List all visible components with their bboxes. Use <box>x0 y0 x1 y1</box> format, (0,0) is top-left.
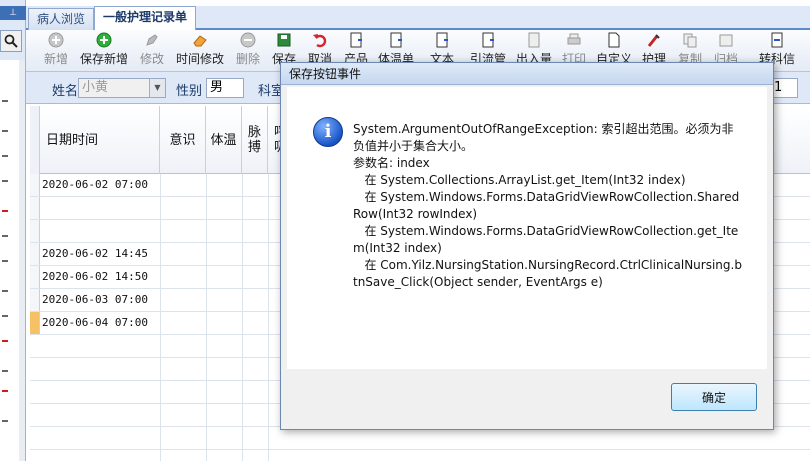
error-dialog: 保存按钮事件 i System.ArgumentOutOfRangeExcept… <box>280 62 774 430</box>
delete-button[interactable]: 删除 <box>232 32 264 70</box>
dialog-footer: 确定 <box>281 369 773 429</box>
search-icon <box>4 34 18 48</box>
save-new-button[interactable]: 保存新增 <box>76 32 132 70</box>
product-icon <box>350 32 362 48</box>
chevron-down-icon[interactable]: ▼ <box>149 79 165 97</box>
sex-field[interactable]: 男 <box>206 78 244 98</box>
row-selector[interactable] <box>30 266 40 288</box>
time-edit-button[interactable]: 时间修改 <box>172 32 228 70</box>
delete-icon <box>240 32 256 48</box>
patient-list[interactable] <box>0 60 20 461</box>
table-row[interactable] <box>30 427 810 450</box>
row-selector[interactable] <box>30 220 40 242</box>
col-pulse[interactable]: 脉搏 <box>242 106 268 174</box>
sex-label: 性别 <box>176 84 203 99</box>
nursing-icon <box>647 34 660 47</box>
delete-label: 删除 <box>235 52 260 66</box>
ok-button[interactable]: 确定 <box>671 383 757 411</box>
tab-general-nursing-record[interactable]: 一般护理记录单 <box>94 6 197 30</box>
right-field[interactable]: 1 <box>770 78 798 98</box>
col-datetime[interactable]: 日期时间 <box>40 106 160 174</box>
name-value: 小黄 <box>82 80 109 95</box>
drain-icon <box>482 32 494 48</box>
row-selector[interactable] <box>30 174 40 196</box>
eraser-icon <box>193 35 207 47</box>
table-row[interactable] <box>30 450 810 461</box>
io-icon <box>528 32 540 48</box>
pin-icon[interactable]: ⊥ <box>0 6 26 20</box>
name-select[interactable]: 小黄 ▼ <box>78 78 166 98</box>
add-gray-icon <box>48 32 64 48</box>
print-icon <box>567 33 581 45</box>
dialog-message: System.ArgumentOutOfRangeException: 索引超出… <box>353 122 742 289</box>
cell-datetime: 2020-06-04 07:00 <box>42 316 148 329</box>
temperature-icon <box>390 32 402 48</box>
custom-icon <box>608 32 620 48</box>
left-panel: ⊥ <box>0 0 26 461</box>
row-selector[interactable] <box>30 243 40 265</box>
header-row-selector <box>30 106 40 174</box>
dialog-title: 保存按钮事件 <box>281 63 773 85</box>
copy-icon <box>683 33 697 48</box>
tab-strip: 病人浏览 一般护理记录单 <box>26 6 810 30</box>
info-icon: i <box>313 117 343 147</box>
archive-icon <box>719 34 733 47</box>
edit-icon <box>146 34 158 46</box>
col-consciousness[interactable]: 意识 <box>160 106 206 174</box>
search-button[interactable] <box>0 30 22 52</box>
text-icon <box>436 32 448 48</box>
add-green-icon <box>96 32 112 48</box>
col-temperature[interactable]: 体温 <box>206 106 242 174</box>
dialog-body: i System.ArgumentOutOfRangeException: 索引… <box>287 87 767 369</box>
new-label: 新增 <box>43 52 68 66</box>
row-selector[interactable] <box>30 312 40 334</box>
edit-button[interactable]: 修改 <box>136 32 168 70</box>
sex-value: 男 <box>210 80 224 95</box>
right-field-value: 1 <box>774 80 783 95</box>
undo-icon <box>313 34 327 48</box>
save-new-label: 保存新增 <box>79 52 128 66</box>
cell-datetime: 2020-06-03 07:00 <box>42 293 148 306</box>
cell-datetime: 2020-06-02 14:45 <box>42 247 148 260</box>
name-label: 姓名 <box>52 84 79 99</box>
cell-datetime: 2020-06-02 14:50 <box>42 270 148 283</box>
transfer-icon <box>771 32 783 48</box>
new-button[interactable]: 新增 <box>40 32 72 70</box>
left-scrollbar[interactable] <box>19 60 25 461</box>
save-icon <box>277 33 291 47</box>
row-selector[interactable] <box>30 289 40 311</box>
time-edit-label: 时间修改 <box>175 52 224 66</box>
tab-patient-browse[interactable]: 病人浏览 <box>28 8 95 30</box>
cell-datetime: 2020-06-02 07:00 <box>42 178 148 191</box>
row-selector[interactable] <box>30 197 40 219</box>
edit-label: 修改 <box>139 52 164 66</box>
